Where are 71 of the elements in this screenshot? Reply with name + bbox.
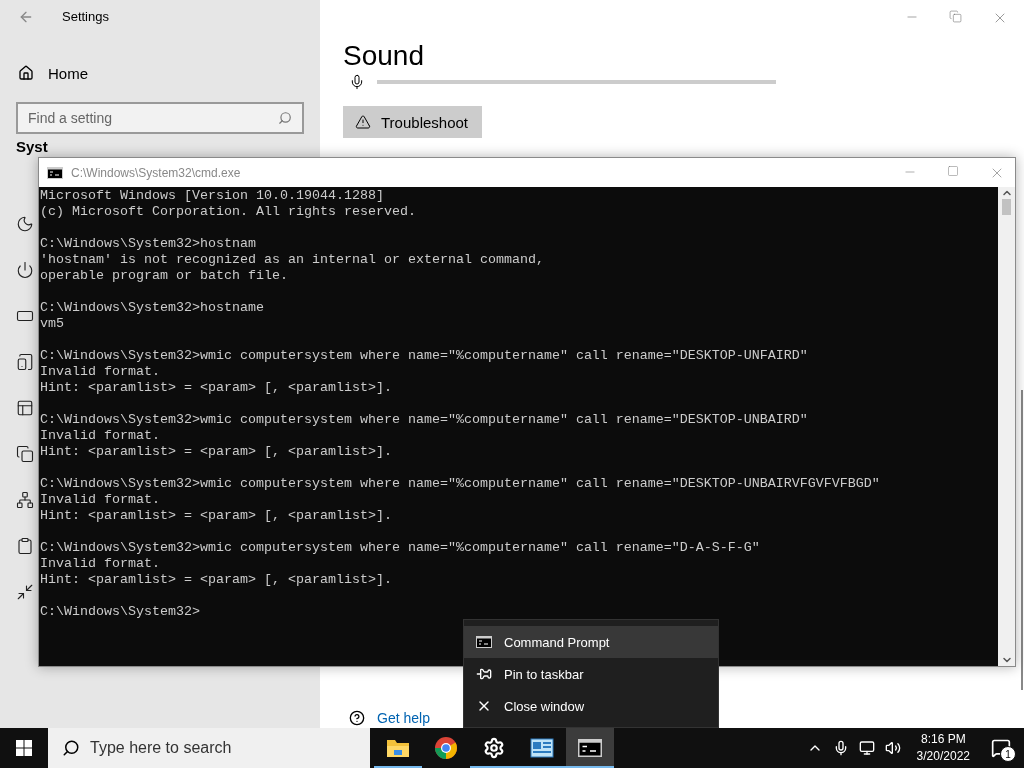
console-line: Invalid format. (40, 556, 161, 572)
console-line: 'hostnam' is not recognized as an internal or external command, (40, 252, 545, 268)
browser-icon (434, 736, 458, 760)
menu-item[interactable]: Close window (464, 690, 718, 722)
get-help-link[interactable]: Get help (377, 710, 430, 726)
console-line: C:\Windows\System32>hostnam (40, 236, 257, 252)
console-line: Hint: <paramlist> = <param> [, <paramlist>]. (40, 572, 393, 588)
page-title: Sound (343, 40, 425, 72)
console-line: C:\Windows\System32>hostname (40, 300, 265, 316)
clock-time: 8:16 PM (920, 731, 966, 748)
console-line: (c) Microsoft Corporation. All rights reserved. (40, 204, 417, 220)
search-field[interactable]: Find a setting (28, 104, 278, 132)
clock-date: 3/20/2022 (916, 748, 970, 765)
console-line: Invalid format. (40, 492, 161, 508)
console-icon (578, 739, 602, 757)
console-line: operable program or batch file. (40, 268, 289, 284)
menu-item-label: Pin to taskbar (504, 666, 584, 682)
console-line: vm5 (40, 316, 65, 332)
section-heading: Syst (16, 138, 49, 155)
warning-icon (355, 114, 371, 130)
console-scrollbar[interactable] (998, 187, 1015, 666)
home-nav-item[interactable]: Home (16, 59, 304, 87)
console-line: C:\Windows\System32>wmic computersystem where name="%computername" call rename="D-A-S-F-G" (40, 540, 761, 556)
clipboard-icon[interactable] (16, 537, 34, 555)
notification-button[interactable]: 1 (986, 733, 1016, 763)
notification-badge: 1 (1000, 746, 1016, 762)
folder-icon (386, 738, 410, 758)
console-line: Hint: <paramlist> = <param> [, <paramlist>]. (40, 380, 393, 396)
console-title: C:\Windows\System32\cmd.exe (71, 165, 242, 180)
clock[interactable]: 8:16 PM 3/20/2022 (916, 731, 970, 765)
control-panel-icon (530, 738, 554, 758)
scrollbar[interactable] (1021, 390, 1023, 690)
console-icon (476, 636, 492, 648)
home-icon (18, 65, 34, 81)
message-icon (991, 738, 1011, 758)
search-box[interactable]: Find a setting (16, 102, 304, 134)
menu-item-label: Close window (504, 698, 585, 714)
screens-icon[interactable] (16, 445, 34, 463)
network-icon[interactable] (16, 491, 34, 509)
tablet-icon[interactable] (16, 353, 34, 371)
console-line: C:\Windows\System32>wmic computersystem where name="%computername" call rename="DESKTOP-UNBAIRD" (40, 412, 809, 428)
console-line: C:\Windows\System32> (40, 604, 201, 620)
taskbar-app[interactable] (566, 728, 614, 768)
console-line: Microsoft Windows [Version 10.0.19044.1288] (40, 188, 385, 204)
scroll-thumb[interactable] (1002, 199, 1011, 215)
menu-item[interactable]: Pin to taskbar (464, 658, 718, 690)
console-line: C:\Windows\System32>wmic computersystem where name="%computername" call rename="DESKTOP-UNFAIRD" (40, 348, 809, 364)
windows-logo-icon (16, 740, 32, 756)
search-icon (62, 739, 80, 757)
multitask-icon[interactable] (16, 399, 34, 417)
microphone-icon (349, 74, 365, 90)
help-icon (349, 710, 365, 726)
power-icon[interactable] (16, 261, 34, 279)
console-line: Invalid format. (40, 428, 161, 444)
console-line: Hint: <paramlist> = <param> [, <paramlist>]. (40, 444, 393, 460)
moon-icon[interactable] (16, 215, 34, 233)
window-title: Settings (62, 9, 109, 24)
search-icon (278, 111, 292, 125)
console-line: C:\Windows\System32>wmic computersystem where name="%computername" call rename="DESKTOP-UNBAIRVFGVFVFBGD" (40, 476, 881, 492)
pin-icon (476, 666, 492, 682)
menu-item[interactable]: Command Prompt (464, 626, 718, 658)
console-line: Hint: <paramlist> = <param> [, <paramlist>]. (40, 508, 393, 524)
menu-item-label: Command Prompt (504, 634, 610, 650)
network-icon[interactable] (858, 740, 875, 756)
home-label: Home (48, 64, 88, 82)
console-icon (47, 166, 63, 179)
arrows-icon[interactable] (16, 583, 34, 601)
console-line: Invalid format. (40, 364, 161, 380)
troubleshoot-button[interactable]: Troubleshoot (343, 106, 482, 138)
volume-icon[interactable] (884, 740, 901, 756)
gear-icon (483, 737, 505, 759)
